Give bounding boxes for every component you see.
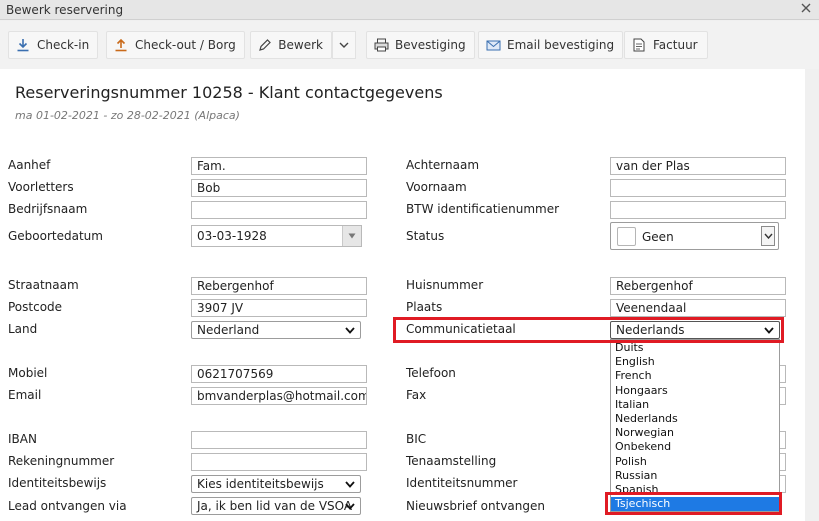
straatnaam-field[interactable]: Rebergenhof xyxy=(191,277,367,295)
language-option[interactable]: Norwegian xyxy=(611,426,779,440)
lead-value: Ja, ik ben lid van de VSOA xyxy=(197,499,353,513)
label-tenaamstelling: Tenaamstelling xyxy=(406,454,497,468)
btw-field[interactable] xyxy=(610,201,786,219)
chevron-down-icon[interactable] xyxy=(761,226,775,246)
label-iban: IBAN xyxy=(8,432,37,446)
rekeningnummer-field[interactable] xyxy=(191,453,367,471)
checkin-label: Check-in xyxy=(37,38,90,52)
iban-field[interactable] xyxy=(191,431,367,449)
language-option[interactable]: Hongaars xyxy=(611,384,779,398)
edit-label: Bewerk xyxy=(278,38,323,52)
label-status: Status xyxy=(406,229,445,243)
page-subtitle: ma 01-02-2021 - zo 28-02-2021 (Alpaca) xyxy=(15,109,240,122)
chevron-down-icon xyxy=(344,477,356,491)
postcode-field[interactable]: 3907 JV xyxy=(191,299,367,317)
confirmation-label: Bevestiging xyxy=(395,38,466,52)
chevron-down-icon xyxy=(339,38,349,52)
invoice-button[interactable]: Factuur xyxy=(624,31,708,59)
status-select[interactable]: Geen xyxy=(610,222,779,250)
email-confirmation-button[interactable]: Email bevestiging xyxy=(478,31,624,59)
label-identiteitsbewijs: Identiteitsbewijs xyxy=(8,476,107,490)
label-btw: BTW identificatienummer xyxy=(406,202,560,216)
label-aanhef: Aanhef xyxy=(8,158,51,172)
language-option[interactable]: Italian xyxy=(611,398,779,412)
highlight-communicatietaal xyxy=(393,317,784,343)
window-titlebar: Bewerk reservering xyxy=(0,0,819,20)
label-huisnummer: Huisnummer xyxy=(406,278,484,292)
lead-select[interactable]: Ja, ik ben lid van de VSOA xyxy=(191,497,361,515)
close-icon[interactable] xyxy=(799,2,813,16)
email-field[interactable]: bmvanderplas@hotmail.com xyxy=(191,387,367,405)
label-nieuwsbrief: Nieuwsbrief ontvangen xyxy=(406,499,545,513)
printer-icon xyxy=(373,37,389,53)
chevron-down-icon xyxy=(344,499,356,513)
label-telefoon: Telefoon xyxy=(406,366,456,380)
land-select[interactable]: Nederland xyxy=(191,321,361,339)
language-option[interactable]: Russian xyxy=(611,469,779,483)
window-title: Bewerk reservering xyxy=(6,3,124,17)
label-achternaam: Achternaam xyxy=(406,158,480,172)
label-bedrijfsnaam: Bedrijfsnaam xyxy=(8,202,88,216)
label-voornaam: Voornaam xyxy=(406,180,467,194)
language-dropdown-list[interactable]: Duits English French Hongaars Italian Ne… xyxy=(610,339,780,512)
label-postcode: Postcode xyxy=(8,300,63,314)
label-bic: BIC xyxy=(406,432,427,446)
label-land: Land xyxy=(8,322,38,336)
email-confirmation-label: Email bevestiging xyxy=(507,38,615,52)
checkout-label: Check-out / Borg xyxy=(135,38,236,52)
language-option[interactable]: Onbekend xyxy=(611,440,779,454)
highlight-selected-option xyxy=(605,492,782,515)
plaats-field[interactable]: Veenendaal xyxy=(610,299,786,317)
toolbar: Check-in Check-out / Borg Bewerk Bevesti… xyxy=(0,21,819,69)
aanhef-field[interactable]: Fam. xyxy=(191,157,367,175)
date-picker-button[interactable] xyxy=(342,226,361,246)
bedrijfsnaam-field[interactable] xyxy=(191,201,367,219)
achternaam-field[interactable]: van der Plas xyxy=(610,157,786,175)
page-title: Reserveringsnummer 10258 - Klant contact… xyxy=(15,83,443,102)
language-option[interactable]: French xyxy=(611,369,779,383)
identiteitsbewijs-value: Kies identiteitsbewijs xyxy=(197,477,324,491)
upload-icon xyxy=(113,37,129,53)
label-email: Email xyxy=(8,388,42,402)
label-mobiel: Mobiel xyxy=(8,366,48,380)
label-plaats: Plaats xyxy=(406,300,443,314)
invoice-label: Factuur xyxy=(653,38,698,52)
checkin-button[interactable]: Check-in xyxy=(8,31,99,59)
email-icon xyxy=(485,37,501,53)
land-value: Nederland xyxy=(197,323,260,337)
checkout-button[interactable]: Check-out / Borg xyxy=(106,31,245,59)
download-icon xyxy=(15,37,31,53)
edit-menu-toggle[interactable] xyxy=(332,31,356,59)
geboortedatum-value: 03-03-1928 xyxy=(197,229,267,243)
status-value: Geen xyxy=(642,230,674,244)
label-rekeningnummer: Rekeningnummer xyxy=(8,454,115,468)
label-voorletters: Voorletters xyxy=(8,180,74,194)
label-straatnaam: Straatnaam xyxy=(8,278,79,292)
pencil-icon xyxy=(257,37,272,53)
language-option[interactable]: English xyxy=(611,355,779,369)
document-icon xyxy=(631,37,647,53)
geboortedatum-field[interactable]: 03-03-1928 xyxy=(191,225,362,247)
mobiel-field[interactable]: 0621707569 xyxy=(191,365,367,383)
identiteitsbewijs-select[interactable]: Kies identiteitsbewijs xyxy=(191,475,361,493)
language-option[interactable]: Nederlands xyxy=(611,412,779,426)
huisnummer-field[interactable]: Rebergenhof xyxy=(610,277,786,295)
scrollbar[interactable] xyxy=(805,69,819,521)
language-option[interactable]: Polish xyxy=(611,455,779,469)
label-identiteitsnummer: Identiteitsnummer xyxy=(406,476,518,490)
confirmation-button[interactable]: Bevestiging xyxy=(366,31,475,59)
label-lead: Lead ontvangen via xyxy=(8,499,127,513)
voorletters-field[interactable]: Bob xyxy=(191,179,367,197)
edit-button[interactable]: Bewerk xyxy=(250,31,332,59)
chevron-down-icon xyxy=(344,323,356,337)
label-fax: Fax xyxy=(406,388,427,402)
voornaam-field[interactable] xyxy=(610,179,786,197)
label-geboortedatum: Geboortedatum xyxy=(8,229,103,243)
language-option[interactable]: Duits xyxy=(611,341,779,355)
status-color-swatch xyxy=(617,227,636,246)
